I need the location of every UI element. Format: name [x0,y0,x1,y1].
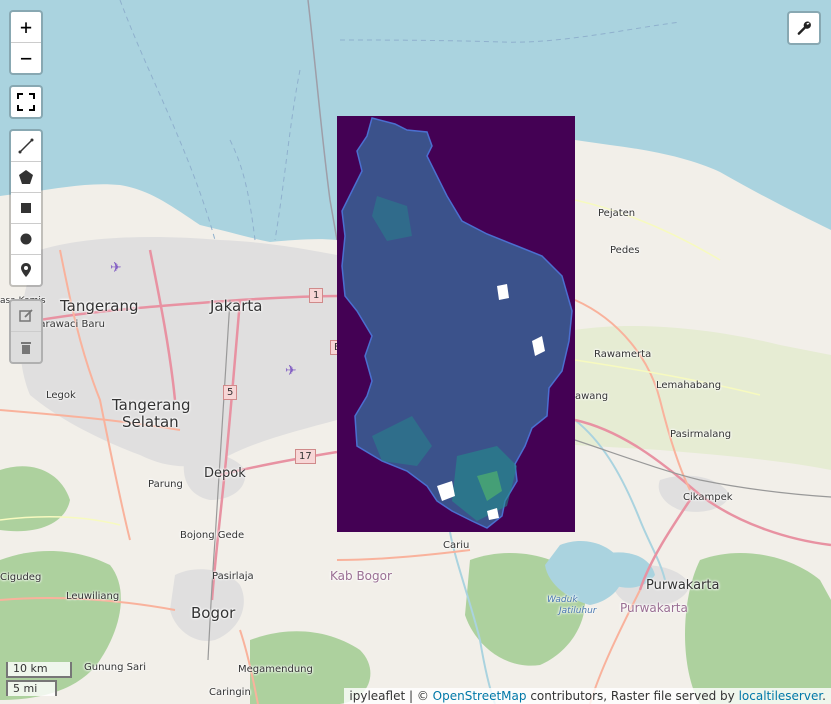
region-purwakarta: Purwakarta [620,601,688,615]
place-megamendung: Megamendung [238,664,313,675]
edit-toolbar [9,299,43,364]
place-cigudeg: Cigudeg [0,572,42,583]
zoom-out-button[interactable]: − [11,43,41,73]
draw-rectangle-button[interactable] [11,193,41,224]
place-tangerang-selatan: Tangerang [112,396,191,414]
zoom-in-button[interactable]: + [11,12,41,43]
road-shield-17: 17 [295,449,316,464]
zoom-control: + − [9,10,43,75]
place-jakarta: Jakarta [210,297,263,315]
place-pasirlaja: Pasirlaja [212,571,254,582]
place-caringin: Caringin [209,687,251,698]
place-leuwiliang: Leuwiliang [66,591,120,602]
scale-mi: 5 mi [6,680,57,696]
road-shield-1: 1 [309,288,324,303]
wrench-icon [797,21,811,35]
fullscreen-icon [17,93,35,111]
raster-overlay [337,116,575,532]
place-cariu: Cariu [443,540,470,551]
scale-km: 10 km [6,662,72,678]
delete-icon [21,342,31,354]
marker-icon [21,263,31,277]
place-bojong-gede: Bojong Gede [180,530,245,541]
layer-control [787,11,821,45]
place-awang: awang [575,391,609,402]
circle-icon [20,233,32,245]
raster-image [341,117,573,529]
airport-icon: ✈ [285,363,297,379]
polyline-icon [18,138,34,154]
place-bogor: Bogor [191,604,236,622]
polygon-icon [19,170,33,184]
edit-layers-button[interactable] [11,301,41,332]
edit-icon [19,309,33,322]
lake-label: Waduk [547,595,578,605]
rectangle-icon [21,203,31,213]
place-pedes: Pedes [610,245,640,256]
draw-circle-button[interactable] [11,224,41,255]
fullscreen-control [9,85,43,119]
map[interactable]: ✈ ✈ Tangerang Jakarta Karawaci Baru asa … [0,0,831,704]
attribution: ipyleaflet | © OpenStreetMap contributor… [344,688,831,704]
region-kab-bogor: Kab Bogor [330,569,392,583]
place-parung: Parung [148,479,183,490]
place-gunung-sari: Gunung Sari [84,662,146,673]
fullscreen-button[interactable] [11,87,41,117]
draw-polyline-button[interactable] [11,131,41,162]
place-purwakarta: Purwakarta [646,578,720,593]
place-legok: Legok [46,390,76,401]
airport-icon: ✈ [110,260,122,276]
layer-manager-button[interactable] [789,13,819,43]
draw-marker-button[interactable] [11,255,41,285]
place-cikampek: Cikampek [683,492,733,503]
osm-link[interactable]: OpenStreetMap [433,689,527,703]
draw-toolbar [9,129,43,287]
place-pasirmalang: Pasirmalang [670,429,732,440]
place-karawaci-baru: Karawaci Baru [33,319,105,330]
place-tangerang-selatan-2: Selatan [122,413,179,431]
lake-label-2: Jatiluhur [559,606,597,616]
forest-east [685,552,831,704]
place-rawamerta: Rawamerta [594,349,652,360]
localtileserver-link[interactable]: localtileserver [739,689,823,703]
attribution-suffix: . [822,689,826,703]
delete-layers-button[interactable] [11,332,41,362]
raster-nodata-patch [497,284,509,300]
draw-polygon-button[interactable] [11,162,41,193]
place-lemahabang: Lemahabang [656,380,722,391]
place-tangerang: Tangerang [60,297,139,315]
road-shield-5: 5 [223,385,238,400]
attribution-prefix: ipyleaflet | © [349,689,433,703]
attribution-middle: contributors, Raster file served by [526,689,739,703]
place-depok: Depok [204,466,246,481]
place-pejaten: Pejaten [598,208,636,219]
